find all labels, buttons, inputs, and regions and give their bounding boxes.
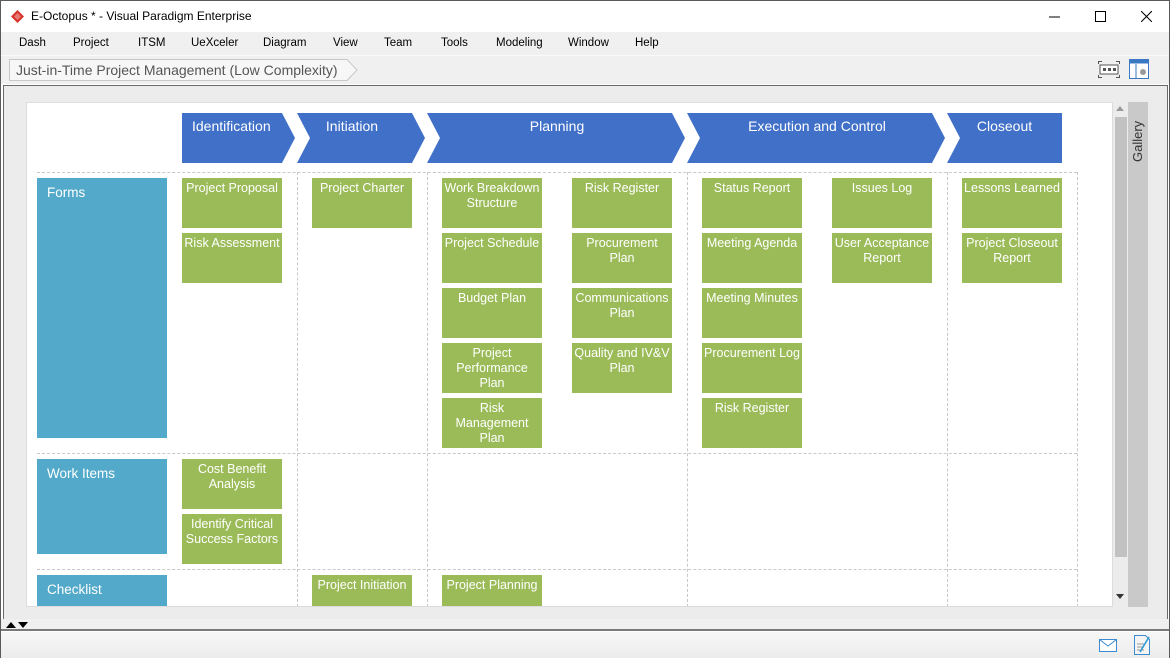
artifact-card[interactable]: Risk Assessment: [182, 233, 282, 283]
menu-project[interactable]: Project: [73, 37, 109, 49]
artifact-card[interactable]: User Acceptance Report: [832, 233, 932, 283]
artifact-card[interactable]: Meeting Minutes: [702, 288, 802, 338]
artifact-card[interactable]: Procurement Plan: [572, 233, 672, 283]
fit-diagram-icon[interactable]: [1098, 61, 1120, 78]
maximize-button[interactable]: [1077, 1, 1123, 32]
splitter-bar[interactable]: [1, 619, 1169, 631]
lane-forms: Forms: [37, 178, 167, 438]
phase-label: Planning: [529, 118, 585, 134]
maximize-icon: [1094, 11, 1106, 22]
lane-separator: [37, 569, 1077, 570]
menu-help[interactable]: Help: [635, 37, 659, 49]
close-icon: [1140, 11, 1152, 22]
artifact-card[interactable]: Quality and IV&V Plan: [572, 343, 672, 393]
artifact-card[interactable]: Communications Plan: [572, 288, 672, 338]
artifact-card[interactable]: Project Performance Plan: [442, 343, 542, 393]
menu-tools[interactable]: Tools: [441, 37, 468, 49]
artifact-card[interactable]: Budget Plan: [442, 288, 542, 338]
phase-separator: [687, 172, 688, 606]
minimize-icon: [1048, 16, 1060, 18]
minimize-button[interactable]: [1031, 1, 1077, 32]
phase-label: Execution and Control: [748, 118, 886, 134]
scroll-up-icon[interactable]: [1116, 106, 1124, 111]
artifact-card[interactable]: Status Report: [702, 178, 802, 228]
menu-window[interactable]: Window: [568, 37, 609, 49]
artifact-card[interactable]: Risk Register: [702, 398, 802, 448]
expand-collapse-icon[interactable]: [6, 621, 30, 628]
close-button[interactable]: [1123, 1, 1169, 32]
artifact-card[interactable]: Project Schedule: [442, 233, 542, 283]
scrollbar-thumb[interactable]: [1115, 117, 1127, 557]
menu-uexceler[interactable]: UeXceler: [191, 37, 238, 49]
phase-execution-and-control[interactable]: Execution and Control: [687, 113, 947, 163]
lane-work-items: Work Items: [37, 459, 167, 554]
menu-itsm[interactable]: ITSM: [138, 37, 165, 49]
artifact-card[interactable]: Project Initiation: [312, 575, 412, 606]
phase-planning[interactable]: Planning: [427, 113, 687, 163]
phase-identification[interactable]: Identification: [182, 113, 297, 163]
artifact-card[interactable]: Cost Benefit Analysis: [182, 459, 282, 509]
artifact-card[interactable]: Project Closeout Report: [962, 233, 1062, 283]
artifact-card[interactable]: Project Charter: [312, 178, 412, 228]
artifact-card[interactable]: Project Planning: [442, 575, 542, 606]
breadcrumb-label: Just-in-Time Project Management (Low Com…: [16, 62, 338, 78]
lane-checklist: Checklist: [37, 575, 167, 606]
gallery-label: Gallery: [1130, 120, 1145, 162]
menu-dash[interactable]: Dash: [19, 37, 46, 49]
scroll-down-icon[interactable]: [1116, 594, 1124, 599]
artifact-card[interactable]: Procurement Log: [702, 343, 802, 393]
menu-diagram[interactable]: Diagram: [263, 37, 306, 49]
artifact-card[interactable]: Meeting Agenda: [702, 233, 802, 283]
menu-view[interactable]: View: [333, 37, 358, 49]
lane-separator: [37, 453, 1077, 454]
window-title: E-Octopus * - Visual Paradigm Enterprise: [31, 9, 252, 23]
phase-label: Closeout: [976, 118, 1033, 134]
phase-closeout[interactable]: Closeout: [947, 113, 1062, 163]
phase-initiation[interactable]: Initiation: [297, 113, 427, 163]
visual-paradigm-logo-icon: [11, 10, 24, 23]
title-bar: E-Octopus * - Visual Paradigm Enterprise: [1, 1, 1169, 32]
mail-icon[interactable]: [1099, 639, 1117, 652]
notes-icon[interactable]: [1134, 635, 1150, 655]
breadcrumb[interactable]: Just-in-Time Project Management (Low Com…: [9, 59, 359, 81]
lane-separator: [37, 172, 1077, 173]
vertical-scrollbar[interactable]: [1113, 102, 1127, 607]
status-bar: [1, 632, 1169, 658]
diagram-canvas: Identification Initiation Planning Executio…: [3, 85, 1168, 630]
phase-separator: [1077, 172, 1078, 606]
artifact-card[interactable]: Work Breakdown Structure: [442, 178, 542, 228]
gallery-tab[interactable]: Gallery: [1128, 102, 1148, 607]
artifact-card[interactable]: Project Proposal: [182, 178, 282, 228]
phase-separator: [427, 172, 428, 606]
artifact-card[interactable]: Identify Critical Success Factors: [182, 514, 282, 564]
breadcrumb-bar: Just-in-Time Project Management (Low Com…: [1, 55, 1169, 84]
artifact-card[interactable]: Lessons Learned: [962, 178, 1062, 228]
menu-team[interactable]: Team: [384, 37, 412, 49]
artifact-card[interactable]: Risk Management Plan: [442, 398, 542, 448]
artifact-card[interactable]: Issues Log: [832, 178, 932, 228]
phase-label: Initiation: [325, 118, 379, 134]
diagram-area: Identification Initiation Planning Executio…: [26, 102, 1113, 607]
layout-panel-icon[interactable]: [1129, 59, 1149, 79]
menu-bar: Dash Project ITSM UeXceler Diagram View …: [1, 32, 1169, 55]
app-window: E-Octopus * - Visual Paradigm Enterprise…: [0, 0, 1170, 658]
phase-separator: [947, 172, 948, 606]
artifact-card[interactable]: Risk Register: [572, 178, 672, 228]
menu-modeling[interactable]: Modeling: [496, 37, 543, 49]
phase-separator: [297, 172, 298, 606]
